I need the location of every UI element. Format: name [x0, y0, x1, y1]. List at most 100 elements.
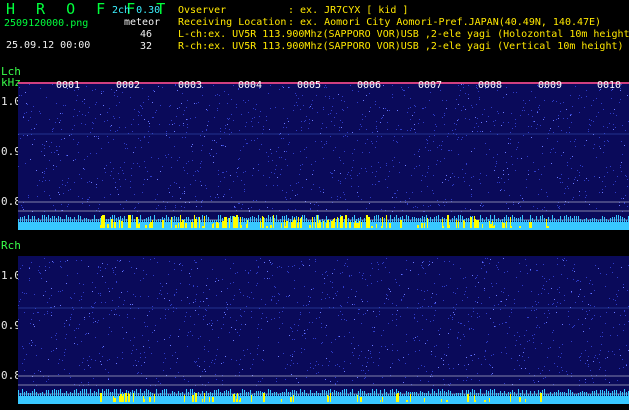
noise-speck [581, 97, 582, 98]
noise-speck [421, 191, 422, 192]
noise-speck [301, 121, 302, 122]
noise-speck [326, 141, 327, 142]
noise-speck [158, 158, 159, 159]
activity-bar [492, 221, 493, 228]
noise-speck [101, 93, 102, 94]
activity-bar [520, 226, 521, 228]
noise-speck [69, 373, 70, 374]
noise-speck [463, 177, 464, 178]
noise-speck [524, 360, 525, 361]
noise-speck [332, 282, 333, 283]
baseline-spike [562, 220, 563, 222]
baseline-spike [148, 217, 149, 222]
baseline-spike [184, 219, 185, 222]
noise-speck [166, 131, 167, 132]
noise-speck [544, 117, 545, 118]
baseline-spike [170, 394, 171, 396]
noise-speck [336, 295, 337, 296]
baseline-spike [114, 389, 115, 396]
noise-speck [214, 117, 215, 118]
noise-speck [602, 189, 603, 190]
noise-speck [95, 287, 96, 288]
noise-speck [70, 297, 71, 298]
noise-speck [285, 197, 286, 198]
noise-speck [82, 198, 83, 199]
noise-speck [64, 355, 65, 356]
noise-speck [430, 321, 431, 322]
noise-speck [516, 92, 517, 93]
noise-speck [196, 200, 197, 201]
noise-speck [227, 103, 228, 104]
noise-speck [116, 314, 117, 315]
baseline-spike [350, 220, 351, 222]
noise-speck [569, 132, 570, 133]
activity-bar [191, 222, 193, 228]
noise-speck [117, 130, 118, 131]
mode-label: 2ch 0.30 [112, 5, 161, 16]
noise-speck [531, 137, 532, 138]
noise-speck [579, 172, 580, 173]
noise-speck [509, 327, 510, 328]
noise-speck [174, 131, 175, 132]
noise-speck [335, 377, 336, 378]
noise-speck [599, 354, 600, 355]
noise-speck [277, 185, 278, 186]
noise-speck [109, 108, 110, 109]
activity-bar [328, 396, 329, 402]
noise-speck [588, 131, 589, 132]
noise-speck [76, 260, 77, 261]
noise-speck [138, 111, 139, 112]
noise-speck [548, 293, 549, 294]
noise-speck [473, 329, 474, 330]
noise-speck [454, 176, 455, 177]
noise-speck [152, 332, 153, 333]
noise-speck [474, 127, 475, 128]
noise-speck [421, 180, 422, 181]
noise-speck [590, 305, 591, 306]
noise-speck [362, 275, 363, 276]
noise-speck [482, 261, 483, 262]
noise-speck [452, 317, 453, 318]
noise-speck [471, 196, 472, 197]
noise-speck [458, 332, 459, 333]
noise-speck [262, 359, 263, 360]
activity-bar [330, 393, 331, 402]
noise-speck [458, 364, 459, 365]
noise-speck [310, 209, 311, 210]
noise-speck [127, 291, 128, 292]
noise-speck [305, 338, 306, 339]
noise-speck [244, 311, 245, 312]
noise-speck [46, 168, 47, 169]
noise-speck [63, 193, 64, 194]
noise-speck [455, 309, 456, 310]
activity-bar [397, 393, 399, 402]
noise-speck [290, 198, 291, 199]
activity-bar [327, 395, 328, 402]
noise-speck [363, 100, 364, 101]
baseline-spike [586, 218, 587, 222]
noise-speck [278, 356, 279, 357]
noise-speck [195, 180, 196, 181]
noise-speck [321, 299, 322, 300]
baseline-spike [312, 393, 313, 396]
noise-speck [443, 360, 444, 361]
baseline-spike [434, 391, 435, 396]
noise-speck [582, 301, 583, 302]
baseline-spike [130, 392, 131, 396]
noise-speck [241, 114, 242, 115]
baseline-spike [268, 389, 269, 396]
noise-speck [44, 191, 45, 192]
noise-speck [619, 324, 620, 325]
noise-speck [407, 204, 408, 205]
noise-speck [64, 323, 65, 324]
noise-speck [30, 117, 31, 118]
baseline-spike [242, 389, 243, 396]
noise-speck [306, 116, 307, 117]
noise-speck [246, 122, 247, 123]
noise-speck [223, 196, 224, 197]
noise-speck [377, 136, 378, 137]
noise-speck [180, 263, 181, 264]
noise-speck [142, 335, 143, 336]
noise-speck [385, 267, 386, 268]
noise-speck [359, 129, 360, 130]
